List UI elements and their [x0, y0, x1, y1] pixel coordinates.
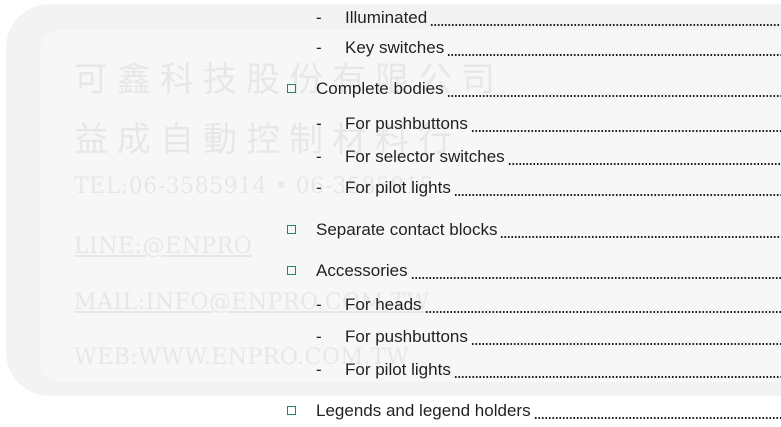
toc-subitem-row: - For pushbuttons — [0, 325, 781, 349]
hollow-square-icon — [287, 225, 296, 234]
toc-subitem-label: For heads — [345, 295, 422, 314]
toc-category-row: Accessories — [0, 259, 781, 283]
toc-dash: - — [316, 147, 322, 166]
toc-subitem-label: For pilot lights — [345, 360, 451, 379]
toc-dot-leader — [411, 277, 781, 279]
toc-subitem-row: - Illuminated — [0, 6, 781, 30]
toc-dash: - — [316, 327, 322, 346]
toc-dot-leader — [447, 95, 781, 97]
toc-subitem-row: - Key switches — [0, 36, 781, 60]
toc-subitem-row: - For pilot lights — [0, 358, 781, 382]
toc-dash: - — [316, 38, 322, 57]
toc-dot-leader — [534, 417, 781, 419]
toc-category-label: Accessories — [316, 261, 408, 280]
toc-subitem-label: For pushbuttons — [345, 114, 468, 133]
toc-category-row: Separate contact blocks — [0, 218, 781, 242]
toc-subitem-label: Key switches — [345, 38, 445, 57]
toc-dot-leader — [447, 54, 781, 56]
toc-subitem-row: - For pushbuttons — [0, 112, 781, 136]
toc-subitem-label: For pilot lights — [345, 178, 451, 197]
toc-dot-leader — [454, 376, 781, 378]
toc-subitem-label: For selector switches — [345, 147, 505, 166]
toc-dot-leader — [430, 24, 781, 26]
toc-category-row: Legends and legend holders — [0, 399, 781, 423]
toc-dash: - — [316, 295, 322, 314]
toc-subitem-row: - For heads — [0, 293, 781, 317]
toc-subitem-label: For pushbuttons — [345, 327, 468, 346]
toc-subitem-row: - For pilot lights — [0, 176, 781, 200]
toc-dot-leader — [471, 130, 781, 132]
toc-dot-leader — [508, 163, 781, 165]
toc-category-label: Legends and legend holders — [316, 401, 531, 420]
toc-dot-leader — [425, 311, 781, 313]
toc-category-label: Separate contact blocks — [316, 220, 498, 239]
hollow-square-icon — [287, 266, 296, 275]
toc-dot-leader — [471, 343, 781, 345]
toc-dash: - — [316, 8, 322, 27]
document-page: 可鑫科技股份有限公司 益成自動控制材料行 TEL:06-3585914 • 06… — [0, 0, 781, 427]
toc-subitem-label: Illuminated — [345, 8, 428, 27]
toc-dash: - — [316, 178, 322, 197]
toc-subitem-row: - For selector switches — [0, 145, 781, 169]
hollow-square-icon — [287, 84, 296, 93]
toc-dash: - — [316, 114, 322, 133]
toc-dot-leader — [500, 236, 781, 238]
toc-category-row: Complete bodies — [0, 77, 781, 101]
toc-category-label: Complete bodies — [316, 79, 444, 98]
hollow-square-icon — [287, 406, 296, 415]
toc-dash: - — [316, 360, 322, 379]
toc-dot-leader — [454, 194, 781, 196]
